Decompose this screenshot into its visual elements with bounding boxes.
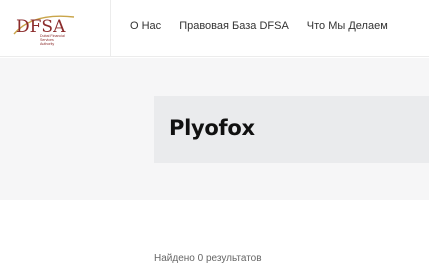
main-nav: О Нас Правовая База DFSA Что Мы Делаем xyxy=(130,17,388,35)
dfsa-logo-link[interactable]: DFSA Dubai Financial Services Authority xyxy=(0,0,111,57)
title-box: Plyofox xyxy=(154,96,429,163)
logo-subtitle-line-3: Authority xyxy=(40,42,55,46)
nav-item-about[interactable]: О Нас xyxy=(130,18,161,34)
results-count: Найдено 0 результатов xyxy=(154,253,262,264)
nav-item-what-we-do[interactable]: Что Мы Делаем xyxy=(307,18,388,34)
page: DFSA Dubai Financial Services Authority … xyxy=(0,0,429,276)
nav-item-legal-framework[interactable]: Правовая База DFSA xyxy=(179,18,289,34)
page-title: Plyofox xyxy=(169,116,255,140)
site-header: DFSA Dubai Financial Services Authority … xyxy=(0,0,429,57)
